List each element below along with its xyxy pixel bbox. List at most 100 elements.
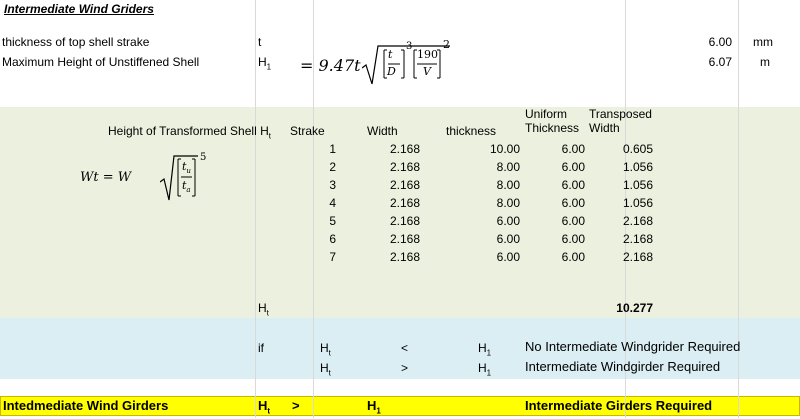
col-header-strake: Strake — [290, 124, 325, 138]
symbol-letter: H — [367, 398, 377, 413]
col-header-thickness: thickness — [446, 124, 497, 138]
compare-row2-op: > — [401, 361, 409, 375]
footer-op: > — [292, 398, 300, 413]
symbol-letter: H — [258, 398, 268, 413]
col-header-uniform-1: Uniform — [525, 107, 568, 121]
formula-exp2: 2 — [443, 38, 450, 51]
table-cell-uniform: 6.00 — [561, 142, 585, 156]
table-cell-width: 2.168 — [389, 232, 420, 246]
table-cell-thickness: 10.00 — [489, 142, 520, 156]
height-formula: = 9.47t t D 3 190 V 2 — [300, 38, 465, 88]
symbol-subscript: 1 — [266, 62, 272, 72]
input-value-max-height[interactable]: 6.07 — [680, 55, 732, 69]
formula-190: 190 — [417, 48, 438, 61]
symbol-subscript: 1 — [486, 348, 492, 358]
sqrt-symbol — [160, 155, 198, 201]
input-symbol-t: t — [258, 35, 262, 49]
ta-subscript: a — [186, 186, 191, 195]
table-cell-uniform: 6.00 — [561, 250, 585, 264]
table-cell-transposed: 0.605 — [622, 142, 653, 156]
footer-label: Intedmediate Wind Girders — [3, 398, 169, 413]
table-cell-transposed: 1.056 — [622, 178, 653, 192]
label-subscript: t — [268, 131, 271, 141]
table-cell-width: 2.168 — [389, 250, 420, 264]
symbol-letter: H — [258, 301, 267, 315]
formula-exp3: 3 — [406, 41, 413, 52]
compare-row2-right: H1 — [478, 361, 491, 380]
compare-row1-left: Ht — [320, 341, 331, 360]
col-header-transposed-1: Transposed — [589, 107, 652, 121]
formula2-ta: ta — [182, 179, 191, 194]
table-cell-width: 2.168 — [389, 214, 420, 228]
table-cell-uniform: 6.00 — [561, 232, 585, 246]
symbol-subscript: t — [266, 308, 269, 318]
col-header-transposed-2: Width — [589, 121, 620, 135]
input-label-thickness: thickness of top shell strake — [2, 35, 150, 49]
table-cell-strake: 5 — [329, 214, 336, 228]
tu-subscript: u — [186, 167, 191, 176]
formula-lhs: = 9.47t — [300, 56, 361, 75]
table-cell-thickness: 6.00 — [496, 232, 520, 246]
compare-row2-result: Intermediate Windgirder Required — [525, 359, 721, 374]
symbol-letter: H — [320, 361, 329, 375]
col-header-width: Width — [367, 124, 398, 138]
table-cell-thickness: 8.00 — [496, 178, 520, 192]
table-cell-width: 2.168 — [389, 178, 420, 192]
formula-v: V — [423, 65, 431, 78]
symbol-letter: H — [478, 361, 487, 375]
input-unit-mm: mm — [753, 35, 773, 49]
formula-d: D — [387, 65, 396, 78]
table-cell-strake: 3 — [329, 178, 336, 192]
compare-row1-right: H1 — [478, 341, 491, 360]
table-cell-uniform: 6.00 — [561, 196, 585, 210]
compare-row1-result: No Intermediate Windgrider Required — [525, 339, 741, 354]
input-label-max-height: Maximum Height of Unstiffened Shell — [2, 55, 200, 69]
symbol-subscript: t — [328, 348, 331, 358]
total-symbol-ht: Ht — [258, 301, 269, 320]
table-cell-strake: 2 — [329, 160, 336, 174]
table-cell-strake: 4 — [329, 196, 336, 210]
footer-result: Intermediate Girders Required — [525, 398, 713, 413]
symbol-letter: H — [478, 341, 487, 355]
symbol-letter: H — [320, 341, 329, 355]
sheet-title: Intermediate Wind Griders — [4, 2, 154, 16]
table-cell-thickness: 8.00 — [496, 160, 520, 174]
table-cell-transposed: 1.056 — [622, 196, 653, 210]
formula2-exp: 5 — [200, 152, 207, 163]
table-cell-uniform: 6.00 — [561, 178, 585, 192]
input-unit-m: m — [760, 55, 770, 69]
table-cell-thickness: 8.00 — [496, 196, 520, 210]
footer-right-symbol: H1 — [367, 399, 381, 419]
transposed-width-formula: Wt = W tu ta 5 — [80, 150, 220, 202]
transformed-shell-label: Height of Transformed Shell Ht — [108, 124, 271, 143]
table-cell-transposed: 1.056 — [622, 160, 653, 174]
table-cell-width: 2.168 — [389, 196, 420, 210]
grid-col-line — [255, 0, 256, 418]
label-text: Height of Transformed Shell H — [108, 124, 269, 138]
table-cell-strake: 1 — [329, 142, 336, 156]
compare-row1-op: < — [401, 341, 409, 355]
table-cell-thickness: 6.00 — [496, 214, 520, 228]
table-cell-transposed: 2.168 — [622, 214, 653, 228]
footer-left-symbol: Ht — [258, 399, 270, 419]
symbol-letter: H — [258, 55, 267, 69]
compare-row2-left: Ht — [320, 361, 331, 380]
symbol-subscript: t — [267, 406, 271, 416]
table-cell-transposed: 2.168 — [622, 250, 653, 264]
grid-col-line — [738, 0, 739, 418]
table-cell-thickness: 6.00 — [496, 250, 520, 264]
table-cell-transposed: 2.168 — [622, 232, 653, 246]
input-value-thickness[interactable]: 6.00 — [680, 35, 732, 49]
total-transformed-height: 10.277 — [616, 301, 653, 315]
table-cell-width: 2.168 — [389, 142, 420, 156]
symbol-subscript: 1 — [376, 406, 381, 416]
symbol-subscript: 1 — [486, 368, 492, 378]
if-label: if — [258, 341, 264, 355]
table-cell-strake: 6 — [329, 232, 336, 246]
table-cell-width: 2.168 — [389, 160, 420, 174]
input-symbol-h1: H1 — [258, 55, 271, 74]
table-cell-uniform: 6.00 — [561, 160, 585, 174]
symbol-subscript: t — [328, 368, 331, 378]
formula-t: t — [388, 48, 393, 61]
table-cell-uniform: 6.00 — [561, 214, 585, 228]
